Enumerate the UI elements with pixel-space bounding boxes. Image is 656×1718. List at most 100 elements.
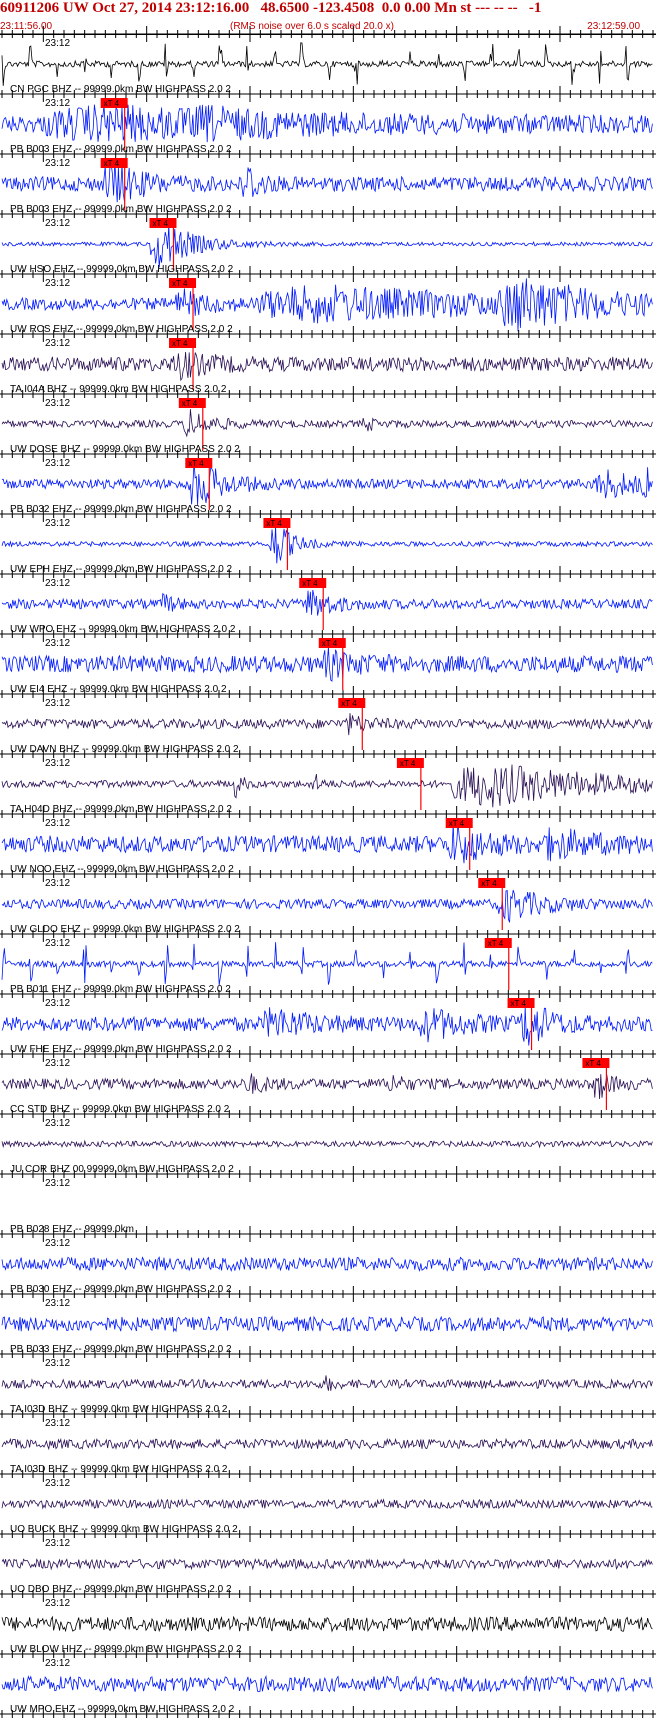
trace-15: 23:12 xT 4PB B011 EHZ -- 99999.0km BW HIG… [0,926,656,995]
waveform [1,104,653,143]
minute-label: 23:12 [45,1478,70,1489]
trace-26: 23:12UW BLOW HHZ -- 99999.0km BW HIGHPAS… [0,1586,656,1655]
station-label: UW WPO EHZ -- 99999.0km BW HIGHPASS 2.0 … [10,624,236,635]
waveform [1,1375,653,1391]
minute-label: 23:12 [45,758,70,769]
minute-label: 23:12 [45,458,70,469]
waveform [1,161,653,203]
pick-label: xT 4 [182,399,198,408]
minute-label: 23:12 [45,1658,70,1669]
waveform [1,409,653,438]
trace-13: 23:12 xT 4UW NCO EHZ -- 99999.0km BW HIGH… [0,806,656,875]
minute-label: 23:12 [45,698,70,709]
station-label: UO BUCK BHZ -- 99999.0km BW HIGHPASS 2.0… [10,1524,238,1535]
waveform [1,589,653,616]
waveform [1,1498,653,1510]
minute-label: 23:12 [45,1058,70,1069]
minute-label: 23:12 [45,518,70,529]
minute-label: 23:12 [45,338,70,349]
trace-18: 23:12JU COR BHZ 00 99999.0km BW HIGHPASS… [0,1106,656,1175]
trace-3: 23:12 xT 4UW HSO EHZ -- 99999.0km BW HIGH… [0,206,656,275]
trace-8: 23:12 xT 4UW EPH EHZ -- 99999.0km BW HIGH… [0,506,656,575]
waveform [1,1315,653,1333]
station-label: TA I03D BHZ -- 99999.0km BW HIGHPASS 2.0… [10,1464,228,1475]
pick-label: xT 4 [322,639,338,648]
trace-25: 23:12UO DBO BHZ -- 99999.0km BW HIGHPASS… [0,1526,656,1595]
pick-label: xT 4 [585,1059,601,1068]
station-label: UW DAVN BHZ -- 99999.0km BW HIGHPASS 2.0… [10,744,239,755]
trace-24: 23:12 UO BUCK BHZ -- 99999.0km BW HIGHPAS… [0,1466,656,1535]
pick-label: xT 4 [488,939,504,948]
station-label: TA I03D BHZ -- 99999.0km BW HIGHPASS 2.0… [10,1404,228,1415]
minute-label: 23:12 [45,1298,70,1309]
waveform [1,42,653,86]
pick-label: xT 4 [400,759,416,768]
waveform [1,1674,653,1693]
minute-label: 23:12 [45,158,70,169]
trace-16: 23:12 xT 4UW FHE EHZ -- 99999.0km BW HIGH… [0,986,656,1055]
trace-6: 23:12 xT 4 UW DOSE BHZ -- 99999.0km BW HIG… [0,386,656,455]
minute-label: 23:12 [45,1598,70,1609]
station-label: TA I04A BHZ -- 99999.0km BW HIGHPASS 2.0… [10,384,227,395]
waveform [1,224,653,268]
trace-14: 23:12 xT 4 UW GLDO EHZ -- 99999.0km BW HIG… [0,866,656,935]
waveform [1,1615,653,1633]
pick-label: xT 4 [152,219,168,228]
trace-12: 23:12 xT 4TA H04D BHZ -- 99999.0km BW HIG… [0,746,656,815]
station-label: UW EI4 EHZ -- 99999.0km BW HIGHPASS 2.0 … [10,684,227,695]
pick-label: xT 4 [104,99,120,108]
minute-label: 23:12 [45,1118,70,1129]
minute-label: 23:12 [45,1178,70,1189]
waveform [1,351,653,382]
minute-label: 23:12 [45,1538,70,1549]
trace-1: 23:12 xT 4PB B003 EHZ -- 99999.0km BW HIG… [0,86,656,155]
waveform [1,1073,653,1100]
trace-11: 23:12 xT 4 UW DAVN BHZ -- 99999.0km BW HIG… [0,686,656,755]
minute-label: 23:12 [45,278,70,289]
pick-label: xT 4 [188,459,204,468]
waveform [1,764,653,808]
waveform [1,942,653,986]
trace-21: 23:12PB B033 EHZ -- 99999.0km BW HIGHPAS… [0,1286,656,1355]
trace-7: 23:12 xT 4PB B032 EHZ -- 99999.0km BW HIG… [0,446,656,515]
minute-label: 23:12 [45,878,70,889]
seismogram-plot: 23:12CN PGC BHZ -- 99999.0km BW HIGHPASS… [0,26,656,1718]
trace-2: 23:12 xT 4PB B003 EHZ -- 99999.0km BW HIG… [0,146,656,215]
pick-label: xT 4 [449,819,465,828]
waveform [1,647,653,682]
waveform [1,525,653,564]
pick-label: xT 4 [266,519,282,528]
pick-label: xT 4 [302,579,318,588]
trace-5: 23:12 xT 4 TA I04A BHZ -- 99999.0km BW HIG… [0,326,656,395]
trace-17: 23:12 xT 4CC STD BHZ -- 99999.0km BW HIGH… [0,1046,656,1115]
waveform [1,1139,653,1149]
minute-label: 23:12 [45,218,70,229]
pick-label: xT 4 [481,879,497,888]
waveform [1,462,653,506]
minute-label: 23:12 [45,638,70,649]
trace-10: 23:12 xT 4 UW EI4 EHZ -- 99999.0km BW HIGH… [0,626,656,695]
trace-0: 23:12CN PGC BHZ -- 99999.0km BW HIGHPASS… [0,26,656,95]
minute-label: 23:12 [45,1418,70,1429]
minute-label: 23:12 [45,1358,70,1369]
minute-label: 23:12 [45,98,70,109]
trace-4: 23:12 xT 4UW RCS EHZ -- 99999.0km BW HIGH… [0,266,656,335]
trace-23: 23:12 TA I03D BHZ -- 99999.0km BW HIGHPAS… [0,1406,656,1475]
station-label: UW GLDO EHZ -- 99999.0km BW HIGHPASS 2.0… [10,924,240,935]
minute-label: 23:12 [45,938,70,949]
station-label: UW DOSE BHZ -- 99999.0km BW HIGHPASS 2.0… [10,444,240,455]
waveform [1,713,653,736]
minute-label: 23:12 [45,38,70,49]
minute-label: 23:12 [45,818,70,829]
minute-label: 23:12 [45,998,70,1009]
pick-label: xT 4 [104,159,120,168]
waveform [1,823,653,864]
pick-label: xT 4 [511,999,527,1008]
pick-label: xT 4 [341,699,357,708]
waveform [1,1437,653,1451]
minute-label: 23:12 [45,578,70,589]
minute-label: 23:12 [45,1238,70,1249]
waveform [1,1006,653,1046]
trace-20: 23:12PB B030 EHZ -- 99999.0km BW HIGHPAS… [0,1226,656,1295]
waveform [1,889,653,923]
